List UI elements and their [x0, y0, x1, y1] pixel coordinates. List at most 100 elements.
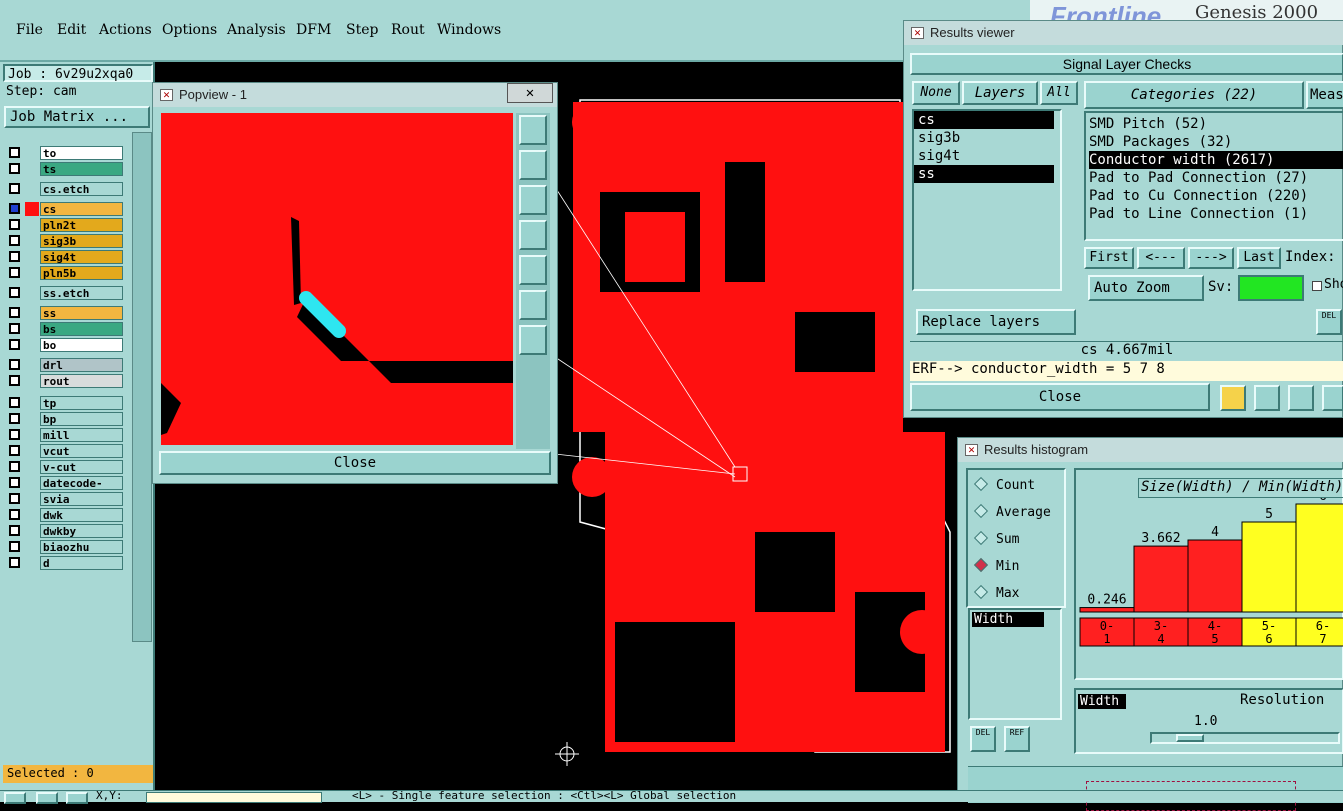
- histogram-bar[interactable]: [1133, 545, 1189, 613]
- layer-checkbox[interactable]: [9, 525, 20, 536]
- layer-checkbox[interactable]: [9, 493, 20, 504]
- radio-average[interactable]: Average: [973, 503, 1051, 520]
- layer-checkbox[interactable]: [9, 461, 20, 472]
- layer-row[interactable]: pln2t: [7, 218, 123, 232]
- layer-checkbox[interactable]: [9, 323, 20, 334]
- tool-icon-3[interactable]: [66, 792, 88, 804]
- menu-windows[interactable]: Windows: [437, 22, 501, 38]
- layer-row[interactable]: d: [7, 556, 123, 570]
- layer-row[interactable]: biaozhu: [7, 540, 123, 554]
- layer-name[interactable]: tp: [40, 396, 123, 410]
- layer-checkbox[interactable]: [9, 339, 20, 350]
- layer-name[interactable]: biaozhu: [40, 540, 123, 554]
- show-checkbox[interactable]: [1312, 281, 1322, 291]
- histogram-bar[interactable]: [1079, 607, 1135, 613]
- layer-name[interactable]: svia: [40, 492, 123, 506]
- radio-sum[interactable]: Sum: [973, 530, 1019, 547]
- layer-row[interactable]: bs: [7, 322, 123, 336]
- category-list-item[interactable]: Pad to Cu Connection (220): [1089, 187, 1343, 205]
- layer-name[interactable]: drl: [40, 358, 123, 372]
- histogram-bar[interactable]: [1295, 503, 1343, 613]
- replace-layers-dropdown[interactable]: Replace layers: [916, 309, 1076, 335]
- next-button[interactable]: --->: [1188, 247, 1234, 269]
- layer-checkbox[interactable]: [9, 445, 20, 456]
- pan-down-icon[interactable]: [519, 185, 547, 215]
- layer-name[interactable]: vcut: [40, 444, 123, 458]
- zoom-home-icon[interactable]: [519, 115, 547, 145]
- menu-rout[interactable]: Rout: [391, 22, 425, 38]
- hist-delete-icon[interactable]: DEL: [970, 726, 996, 752]
- layer-row[interactable]: svia: [7, 492, 123, 506]
- menu-actions[interactable]: Actions: [99, 22, 152, 38]
- layer-name[interactable]: d: [40, 556, 123, 570]
- layer-checkbox[interactable]: [9, 307, 20, 318]
- layer-row[interactable]: tp: [7, 396, 123, 410]
- layer-list-item[interactable]: sig4t: [914, 147, 1054, 165]
- pan-up-icon[interactable]: [519, 150, 547, 180]
- layer-name[interactable]: datecode-pte: [40, 476, 123, 503]
- layer-list-item[interactable]: cs: [914, 111, 1054, 129]
- layer-checkbox[interactable]: [9, 413, 20, 424]
- width-button[interactable]: Width: [1078, 694, 1126, 709]
- layer-checkbox[interactable]: [9, 429, 20, 440]
- layer-row[interactable]: drl: [7, 358, 123, 372]
- field-list[interactable]: Width: [968, 608, 1062, 720]
- layer-row[interactable]: dwkby: [7, 524, 123, 538]
- layer-checkbox[interactable]: [9, 375, 20, 386]
- layer-row[interactable]: ss.etch: [7, 286, 123, 300]
- layer-checkbox[interactable]: [9, 541, 20, 552]
- layer-checkbox[interactable]: [9, 267, 20, 278]
- layer-name[interactable]: sig4t: [40, 250, 123, 264]
- resolution-slider-handle[interactable]: [1176, 734, 1204, 742]
- layer-name[interactable]: cs.etch: [40, 182, 123, 196]
- menu-dfm[interactable]: DFM: [296, 22, 331, 38]
- layer-checkbox[interactable]: [9, 477, 20, 488]
- menu-step[interactable]: Step: [346, 22, 378, 38]
- layer-name[interactable]: cs: [40, 202, 123, 216]
- layer-list-item[interactable]: ss: [914, 165, 1054, 183]
- zoom-in-icon[interactable]: [519, 290, 547, 320]
- category-list-item[interactable]: Conductor width (2617): [1089, 151, 1343, 169]
- popview-canvas[interactable]: [161, 113, 513, 445]
- layer-row[interactable]: cs.etch: [7, 182, 123, 196]
- job-matrix-button[interactable]: Job Matrix ...: [4, 106, 150, 128]
- layer-name[interactable]: v-cut: [40, 460, 123, 474]
- layer-checkbox[interactable]: [9, 397, 20, 408]
- results-close-button[interactable]: Close: [910, 383, 1210, 411]
- popview-titlebar[interactable]: ✕ Popview - 1: [153, 83, 557, 107]
- pan-left-icon[interactable]: [519, 220, 547, 250]
- sv-color-dropdown[interactable]: [1238, 275, 1304, 301]
- layer-row[interactable]: rout: [7, 374, 123, 388]
- measure-button[interactable]: Meas: [1306, 81, 1343, 109]
- layer-checkbox[interactable]: [9, 287, 20, 298]
- all-button[interactable]: All: [1040, 81, 1078, 105]
- layer-row[interactable]: bo: [7, 338, 123, 352]
- layer-list-item[interactable]: sig3b: [914, 129, 1054, 147]
- layer-row[interactable]: v-cut: [7, 460, 123, 474]
- histogram-bar[interactable]: [1241, 521, 1297, 613]
- no-ref-icon[interactable]: [1288, 385, 1314, 411]
- layer-name[interactable]: dwkby: [40, 524, 123, 538]
- layer-name[interactable]: mill: [40, 428, 123, 442]
- none-button[interactable]: None: [912, 81, 960, 105]
- menu-analysis[interactable]: Analysis: [227, 22, 286, 38]
- layer-list-box[interactable]: cs sig3b sig4t ss: [912, 109, 1062, 291]
- layer-name[interactable]: to: [40, 146, 123, 160]
- layer-name[interactable]: bp: [40, 412, 123, 426]
- layer-name[interactable]: rout: [40, 374, 123, 388]
- layer-row[interactable]: cs: [7, 202, 123, 216]
- layer-name[interactable]: sig3b: [40, 234, 123, 248]
- delete-icon[interactable]: DEL: [1316, 309, 1342, 335]
- layers-button[interactable]: Layers: [962, 81, 1038, 105]
- prev-button[interactable]: <---: [1137, 247, 1185, 269]
- layer-name[interactable]: bs: [40, 322, 123, 336]
- layer-checkbox[interactable]: [9, 219, 20, 230]
- export-icon[interactable]: [1254, 385, 1280, 411]
- first-button[interactable]: First: [1084, 247, 1134, 269]
- layer-checkbox[interactable]: [9, 163, 20, 174]
- layer-name[interactable]: bo: [40, 338, 123, 352]
- xy-input[interactable]: [146, 792, 322, 803]
- category-list-box[interactable]: SMD Pitch (52) SMD Packages (32) Conductor…: [1084, 111, 1343, 241]
- category-list-item[interactable]: Pad to Line Connection (1): [1089, 205, 1343, 223]
- menu-edit[interactable]: Edit: [57, 22, 86, 38]
